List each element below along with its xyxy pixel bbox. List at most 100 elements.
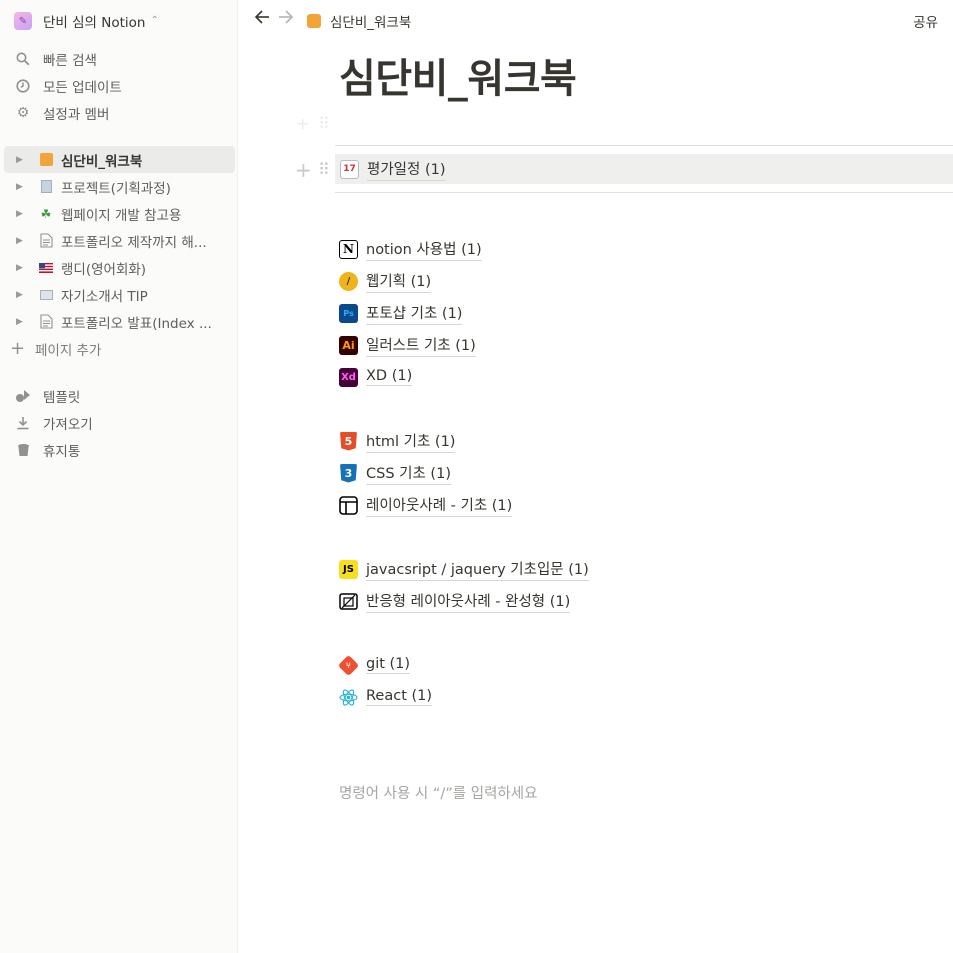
drag-handle-icon[interactable]: ⠿ <box>318 160 330 179</box>
topbar: 심단비_워크북 공유 <box>238 0 953 40</box>
link-label: 반응형 레이아웃사례 - 완성형 (1) <box>366 590 571 613</box>
menu-label: 빠른 검색 <box>43 52 97 69</box>
page-label: 랭디(영어회화) <box>61 261 147 278</box>
clock-icon <box>14 77 32 95</box>
page-link-illustrator[interactable]: Ai 일러스트 기초 (1) <box>339 329 482 361</box>
sidebar-page-webdev[interactable]: ▶ ☘ 웹페이지 개발 참고용 <box>4 200 235 227</box>
page-link-html[interactable]: 5 html 기초 (1) <box>339 425 512 457</box>
menu-label: 모든 업데이트 <box>43 79 122 96</box>
link-label: html 기초 (1) <box>366 430 456 453</box>
expand-toggle-icon[interactable]: ▶ <box>16 182 28 192</box>
expand-toggle-icon[interactable]: ▶ <box>16 209 28 219</box>
page-link-photoshop[interactable]: Ps 포토샵 기초 (1) <box>339 297 482 329</box>
html5-icon: 5 <box>339 431 358 451</box>
page-link-webplan[interactable]: / 웹기획 (1) <box>339 265 482 297</box>
share-button[interactable]: 공유 <box>913 11 938 31</box>
git-icon: ⑂ <box>337 654 360 676</box>
link-group-markup: 5 html 기초 (1) 3 CSS 기초 (1) 레이아웃사례 - 기초 (… <box>339 425 513 521</box>
link-label: git (1) <box>366 656 411 674</box>
plus-icon: + <box>10 338 26 359</box>
link-label: javacsript / jaquery 기초입문 (1) <box>366 558 589 581</box>
import-item[interactable]: 가져오기 <box>14 409 93 436</box>
back-arrow-icon[interactable] <box>254 9 270 29</box>
page-link-layout-basic[interactable]: 레이아웃사례 - 기초 (1) <box>339 489 513 521</box>
shapes-icon <box>14 387 32 405</box>
page-title[interactable]: 심단비_워크북 <box>339 46 577 104</box>
sidebar-page-resume[interactable]: ▶ 자기소개서 TIP <box>4 281 235 308</box>
page-tree: ▶ 심단비_워크북 ▶ 프로젝트(기획과정) ▶ ☘ 웹페이지 개발 참고용 ▶… <box>4 146 235 335</box>
page-label: 자기소개서 TIP <box>61 288 148 305</box>
expand-toggle-icon[interactable]: ▶ <box>16 155 28 165</box>
trash-icon <box>14 441 32 459</box>
link-label: 레이아웃사례 - 기초 (1) <box>366 494 513 517</box>
computer-icon <box>38 287 54 303</box>
shamrock-icon: ☘ <box>40 206 52 221</box>
expand-toggle-icon[interactable]: ▶ <box>16 290 28 300</box>
menu-label: 휴지통 <box>43 443 81 460</box>
link-label: 포토샵 기초 (1) <box>366 302 463 325</box>
eval-schedule-link[interactable]: 17 평가일정 (1) <box>335 154 953 184</box>
page-label: 포트폴리오 발표(Index ... <box>61 315 212 332</box>
drag-handle-icon[interactable]: ⠿ <box>318 114 330 133</box>
sidebar-bottom-menu: 템플릿 가져오기 휴지통 <box>14 382 93 463</box>
workspace-switcher[interactable]: ✎ 단비 심의 Notion ⌃ <box>14 11 159 31</box>
photoshop-icon: Ps <box>339 303 358 323</box>
trash-item[interactable]: 휴지통 <box>14 436 93 463</box>
pencil-icon: / <box>339 271 358 291</box>
breadcrumb[interactable]: 심단비_워크북 <box>307 11 411 31</box>
empty-block-placeholder[interactable]: 명령어 사용 시 “/”를 입력하세요 <box>339 782 537 803</box>
sidebar-page-portfolio[interactable]: ▶ 포트폴리오 제작까지 해... <box>4 227 235 254</box>
us-flag-icon <box>38 260 54 276</box>
add-block-plus-icon[interactable]: + <box>295 158 312 182</box>
add-page-label: 페이지 추가 <box>35 342 102 359</box>
gear-icon: ⚙ <box>16 104 30 121</box>
workspace-icon: ✎ <box>14 12 32 30</box>
page-label: 웹페이지 개발 참고용 <box>61 207 182 224</box>
templates-item[interactable]: 템플릿 <box>14 382 93 409</box>
page-label: 프로젝트(기획과정) <box>61 180 171 197</box>
menu-label: 설정과 멤버 <box>43 106 110 123</box>
workspace-name: 단비 심의 Notion <box>43 15 146 31</box>
download-icon <box>14 414 32 432</box>
divider <box>335 145 953 146</box>
page-link-javascript[interactable]: JS javacsript / jaquery 기초입문 (1) <box>339 553 589 585</box>
page-link-react[interactable]: React (1) <box>339 681 433 713</box>
expand-toggle-icon[interactable]: ▶ <box>16 236 28 246</box>
all-updates-item[interactable]: 모든 업데이트 <box>14 72 122 99</box>
sidebar-page-workbook[interactable]: ▶ 심단비_워크북 <box>4 146 235 173</box>
settings-members-item[interactable]: ⚙ 설정과 멤버 <box>14 99 122 126</box>
page-link-xd[interactable]: Xd XD (1) <box>339 361 482 393</box>
forward-arrow-icon[interactable] <box>278 9 294 29</box>
sidebar-menu: 빠른 검색 모든 업데이트 ⚙ 설정과 멤버 <box>14 45 122 126</box>
sidebar-page-project[interactable]: ▶ 프로젝트(기획과정) <box>4 173 235 200</box>
page-label: 심단비_워크북 <box>61 153 143 170</box>
add-page-button[interactable]: + 페이지 추가 <box>10 335 101 362</box>
sidebar: ✎ 단비 심의 Notion ⌃ 빠른 검색 모든 업데이트 ⚙ 설정과 멤버 … <box>0 0 238 953</box>
link-group-design: N notion 사용법 (1) / 웹기획 (1) Ps 포토샵 기초 (1)… <box>339 233 482 393</box>
plus-icon[interactable]: + <box>296 114 309 133</box>
link-label: React (1) <box>366 688 433 706</box>
link-group-tools: ⑂ git (1) React (1) <box>337 649 433 713</box>
link-label: 평가일정 (1) <box>367 158 446 181</box>
page-label: 포트폴리오 제작까지 해... <box>61 234 207 251</box>
expand-toggle-icon[interactable]: ▶ <box>16 317 28 327</box>
react-icon <box>339 688 358 707</box>
page-link-git[interactable]: ⑂ git (1) <box>337 649 432 681</box>
js-icon: JS <box>339 559 358 579</box>
page-link-notion[interactable]: N notion 사용법 (1) <box>339 233 482 265</box>
link-label: CSS 기초 (1) <box>366 462 451 485</box>
sidebar-page-presentation[interactable]: ▶ 포트폴리오 발표(Index ... <box>4 308 235 335</box>
search-icon <box>14 50 32 68</box>
page-link-responsive[interactable]: 반응형 레이아웃사례 - 완성형 (1) <box>339 585 589 617</box>
page-link-css[interactable]: 3 CSS 기초 (1) <box>339 457 512 489</box>
divider <box>335 192 953 193</box>
css3-icon: 3 <box>339 463 358 483</box>
link-label: 웹기획 (1) <box>366 270 432 293</box>
sidebar-page-english[interactable]: ▶ 랭디(영어회화) <box>4 254 235 281</box>
page-icon <box>38 314 54 330</box>
expand-toggle-icon[interactable]: ▶ <box>16 263 28 273</box>
doc-icon <box>38 179 54 195</box>
xd-icon: Xd <box>339 367 358 387</box>
menu-label: 가져오기 <box>43 416 93 433</box>
quick-search-item[interactable]: 빠른 검색 <box>14 45 122 72</box>
